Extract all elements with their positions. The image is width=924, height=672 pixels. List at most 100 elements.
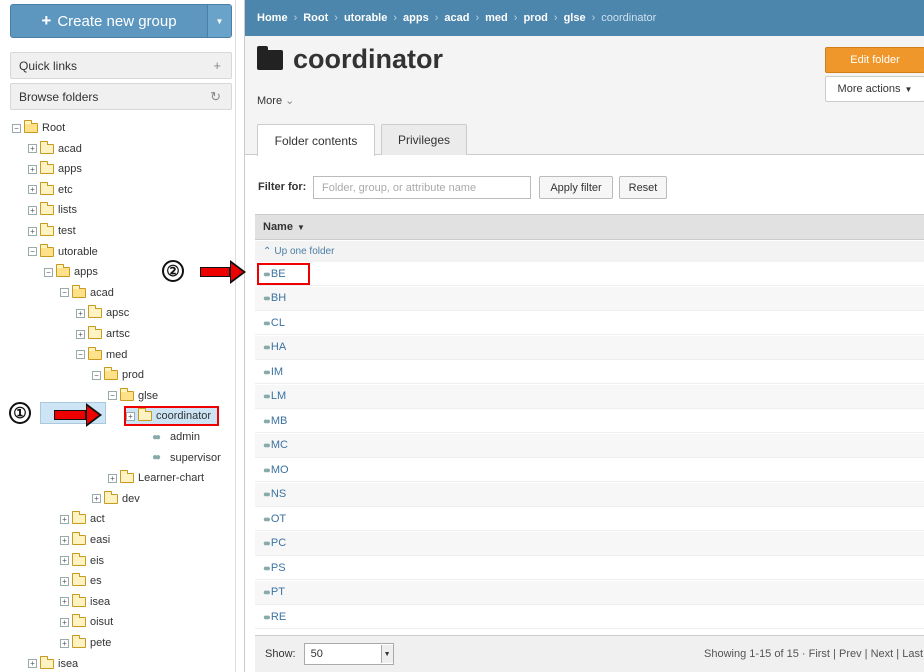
tree-node[interactable]: + easi: [60, 530, 110, 550]
create-group-button[interactable]: + Create new group ▼: [10, 4, 232, 38]
expand-icon[interactable]: +: [60, 514, 69, 524]
breadcrumb-item[interactable]: med: [485, 12, 508, 24]
group-link[interactable]: ●● CL: [263, 317, 285, 329]
expand-icon[interactable]: +: [28, 185, 37, 195]
breadcrumb-item[interactable]: utorable: [344, 12, 387, 24]
group-link[interactable]: ●● MB: [263, 415, 287, 427]
expand-icon[interactable]: +: [108, 473, 117, 483]
breadcrumb-item[interactable]: apps: [403, 12, 429, 24]
tree-node[interactable]: − Root: [12, 118, 65, 138]
group-link[interactable]: ●● LM: [263, 390, 286, 402]
expand-icon[interactable]: +: [60, 576, 69, 586]
pager-next[interactable]: Next: [871, 648, 894, 660]
collapse-icon[interactable]: −: [108, 391, 117, 401]
group-link[interactable]: ●● IM: [263, 366, 283, 378]
group-link[interactable]: ●● RE: [263, 611, 286, 623]
group-link[interactable]: ●● PC: [263, 537, 286, 549]
pager-prev[interactable]: Prev: [839, 648, 862, 660]
collapse-icon[interactable]: −: [76, 350, 85, 360]
up-one-folder-link[interactable]: ⌃ Up one folder: [255, 241, 924, 262]
tree-node[interactable]: ●● admin: [140, 427, 200, 447]
group-link[interactable]: ●● MC: [263, 439, 288, 451]
edit-folder-button[interactable]: Edit folder: [825, 47, 924, 73]
expand-icon[interactable]: +: [76, 308, 85, 318]
table-header-name[interactable]: Name ▼: [255, 214, 924, 240]
tree-node[interactable]: + es: [60, 571, 102, 591]
create-dropdown-icon[interactable]: ▼: [207, 5, 231, 37]
dropdown-arrow-icon[interactable]: ▼: [380, 645, 393, 663]
tree-node[interactable]: − med: [76, 345, 127, 365]
expand-icon[interactable]: +: [28, 164, 37, 174]
tree-node[interactable]: + test: [28, 221, 76, 241]
expand-icon[interactable]: +: [28, 144, 37, 154]
expand-icon[interactable]: +: [28, 659, 37, 669]
expand-icon[interactable]: +: [28, 226, 37, 236]
tree-node[interactable]: + isea: [60, 592, 110, 612]
collapse-icon[interactable]: −: [12, 123, 21, 133]
tree-node[interactable]: + coordinator: [124, 406, 220, 427]
collapse-icon[interactable]: −: [44, 267, 53, 277]
tree-node[interactable]: + etc: [28, 180, 73, 200]
page-size-select[interactable]: 50 ▼: [303, 643, 394, 665]
collapse-icon[interactable]: −: [28, 247, 37, 257]
tree-node[interactable]: + isea: [28, 654, 78, 672]
expand-icon[interactable]: +: [92, 494, 101, 504]
tab-privileges[interactable]: Privileges: [381, 124, 467, 155]
filter-input[interactable]: Folder, group, or attribute name: [313, 176, 531, 199]
apply-filter-button[interactable]: Apply filter: [539, 176, 613, 199]
tree-node[interactable]: + lists: [28, 200, 77, 220]
expand-icon[interactable]: +: [76, 329, 85, 339]
tree-node[interactable]: + apsc: [76, 303, 129, 323]
tree-node[interactable]: + Learner-chart: [108, 468, 204, 488]
expand-icon[interactable]: +: [60, 638, 69, 648]
group-link[interactable]: ●● OT: [263, 513, 286, 525]
tree-node[interactable]: − prod: [92, 365, 144, 385]
plus-icon[interactable]: +: [213, 58, 221, 73]
tree-node[interactable]: − apps: [44, 262, 98, 282]
tree-node[interactable]: + dev: [92, 489, 140, 509]
expand-icon[interactable]: +: [60, 597, 69, 607]
breadcrumb-item[interactable]: glse: [564, 12, 586, 24]
tree-node[interactable]: + acad: [28, 139, 82, 159]
more-menu[interactable]: More ⌄: [257, 94, 294, 107]
tree-node-label: utorable: [58, 245, 98, 258]
expand-icon[interactable]: +: [28, 205, 37, 215]
more-actions-button[interactable]: More actions ▼: [825, 76, 924, 102]
collapse-icon[interactable]: −: [60, 288, 69, 298]
group-link[interactable]: ●● PT: [263, 586, 285, 598]
quick-links-row[interactable]: Quick links +: [10, 52, 232, 79]
tree-node[interactable]: + artsc: [76, 324, 130, 344]
browse-folders-row[interactable]: Browse folders ↻: [10, 83, 232, 110]
showing-count: Showing 1-15 of 15 ·: [704, 648, 806, 660]
breadcrumb-item[interactable]: acad: [444, 12, 469, 24]
group-link[interactable]: ●● HA: [263, 341, 286, 353]
pager-first[interactable]: First: [809, 648, 830, 660]
tree-node[interactable]: − glse: [108, 386, 158, 406]
tree-node[interactable]: + apps: [28, 159, 82, 179]
tree-node[interactable]: ●● supervisor: [140, 448, 221, 468]
reset-button[interactable]: Reset: [619, 176, 667, 199]
refresh-icon[interactable]: ↻: [210, 89, 221, 105]
tree-node[interactable]: − utorable: [28, 242, 98, 262]
group-link[interactable]: ●● BE: [257, 262, 310, 285]
tree-node[interactable]: − acad: [60, 283, 114, 303]
expand-icon[interactable]: +: [60, 535, 69, 545]
create-group-main[interactable]: + Create new group: [11, 5, 207, 37]
expand-icon[interactable]: +: [60, 556, 69, 566]
tree-node[interactable]: + oisut: [60, 612, 113, 632]
group-link[interactable]: ●● MO: [263, 464, 289, 476]
pager-last[interactable]: Last: [902, 648, 923, 660]
expand-icon[interactable]: +: [60, 617, 69, 627]
breadcrumb-item[interactable]: Root: [303, 12, 328, 24]
collapse-icon[interactable]: −: [92, 370, 101, 380]
tree-node[interactable]: + pete: [60, 633, 111, 653]
breadcrumb-item[interactable]: prod: [523, 12, 547, 24]
group-link[interactable]: ●● NS: [263, 488, 286, 500]
group-link[interactable]: ●● BH: [263, 292, 286, 304]
tree-node[interactable]: + act: [60, 509, 105, 529]
expand-icon[interactable]: +: [126, 411, 135, 421]
group-link[interactable]: ●● PS: [263, 562, 286, 574]
breadcrumb-item[interactable]: Home: [257, 12, 288, 24]
tree-node[interactable]: + eis: [60, 551, 104, 571]
tab-folder-contents[interactable]: Folder contents: [257, 124, 375, 156]
